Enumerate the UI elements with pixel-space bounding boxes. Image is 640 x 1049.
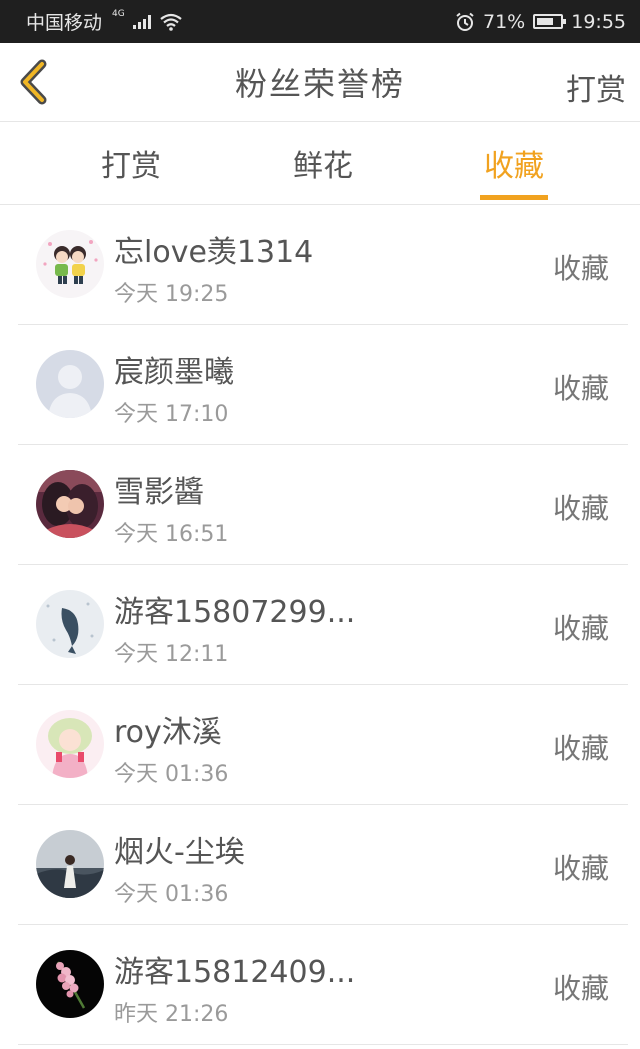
timestamp: 今天 01:36 (114, 882, 229, 907)
timestamp: 今天 01:36 (114, 762, 229, 787)
timestamp: 昨天 21:26 (114, 1002, 229, 1027)
avatar[interactable] (36, 590, 104, 658)
action-label: 收藏 (552, 972, 609, 1005)
timestamp: 今天 17:10 (114, 402, 229, 427)
battery-percent-label: 71% (483, 10, 526, 33)
signal-icon (132, 14, 151, 29)
action-label: 收藏 (552, 852, 609, 885)
username: 烟火-尘埃 (114, 835, 245, 870)
username: 宸颜墨曦 (114, 355, 234, 390)
active-tab-indicator (480, 195, 548, 200)
timestamp: 今天 16:51 (114, 522, 229, 547)
status-right: 71% 19:55 (455, 11, 626, 33)
alarm-icon (456, 12, 474, 31)
snow-whale-avatar (36, 590, 104, 658)
pink-flower-avatar (36, 950, 104, 1018)
action-label: 收藏 (552, 612, 609, 645)
reward-button[interactable]: 打赏 (566, 65, 626, 109)
tab-flowers[interactable]: 鲜花 (263, 122, 383, 204)
tab-reward[interactable]: 打赏 (71, 122, 191, 204)
list-item[interactable]: 忘love羡1314 今天 19:25 收藏 (18, 205, 628, 325)
list-item[interactable]: 雪影醬 今天 16:51 收藏 (18, 445, 628, 565)
action-label: 收藏 (552, 372, 609, 405)
username: roy沐溪 (114, 715, 222, 750)
anime-couple-avatar (36, 470, 104, 538)
tab-favorites[interactable]: 收藏 (454, 122, 574, 204)
avatar[interactable] (36, 830, 104, 898)
username: 忘love羡1314 (114, 235, 314, 270)
back-button[interactable] (14, 57, 54, 107)
tab-bar: 打赏 鲜花 收藏 (0, 122, 640, 205)
avatar[interactable] (36, 950, 104, 1018)
status-left: 中国移动 4G (26, 8, 183, 35)
timestamp: 今天 12:11 (114, 642, 229, 667)
wifi-icon (160, 13, 182, 31)
list-item[interactable]: 宸颜墨曦 今天 17:10 收藏 (18, 325, 628, 445)
list-item[interactable]: 烟火-尘埃 今天 01:36 收藏 (18, 805, 628, 925)
avatar[interactable] (36, 470, 104, 538)
cartoon-couple-avatar (36, 230, 104, 298)
status-bar: 中国移动 4G 71% 19:55 (0, 0, 640, 43)
username: 雪影醬 (114, 475, 204, 510)
username: 游客15812409... (114, 955, 356, 990)
list-item[interactable]: 游客15812409... 昨天 21:26 收藏 (18, 925, 628, 1045)
battery-icon (533, 14, 567, 29)
carrier-label: 中国移动 (26, 12, 103, 34)
seaside-girl-avatar (36, 830, 104, 898)
anime-girl-avatar (36, 710, 104, 778)
tab-label: 鲜花 (293, 149, 353, 184)
avatar[interactable] (36, 710, 104, 778)
action-label: 收藏 (552, 252, 609, 285)
avatar[interactable] (36, 350, 104, 418)
page-title: 粉丝荣誉榜 (234, 65, 405, 103)
action-label: 收藏 (552, 492, 609, 525)
default-avatar (36, 350, 104, 418)
tab-label: 收藏 (484, 149, 544, 184)
list-item[interactable]: 游客15807299... 今天 12:11 收藏 (18, 565, 628, 685)
header: 粉丝荣誉榜 打赏 (0, 43, 640, 122)
avatar[interactable] (36, 230, 104, 298)
network-type-label: 4G (112, 8, 125, 19)
timestamp: 今天 19:25 (114, 282, 229, 307)
tab-label: 打赏 (101, 149, 161, 184)
fan-list: 忘love羡1314 今天 19:25 收藏 宸颜墨曦 今天 17:10 收藏 (0, 205, 640, 1045)
action-label: 收藏 (552, 732, 609, 765)
list-item[interactable]: roy沐溪 今天 01:36 收藏 (18, 685, 628, 805)
clock-label: 19:55 (571, 10, 626, 33)
username: 游客15807299... (114, 595, 356, 630)
chevron-left-icon (20, 59, 47, 105)
battery-fill (537, 18, 554, 25)
